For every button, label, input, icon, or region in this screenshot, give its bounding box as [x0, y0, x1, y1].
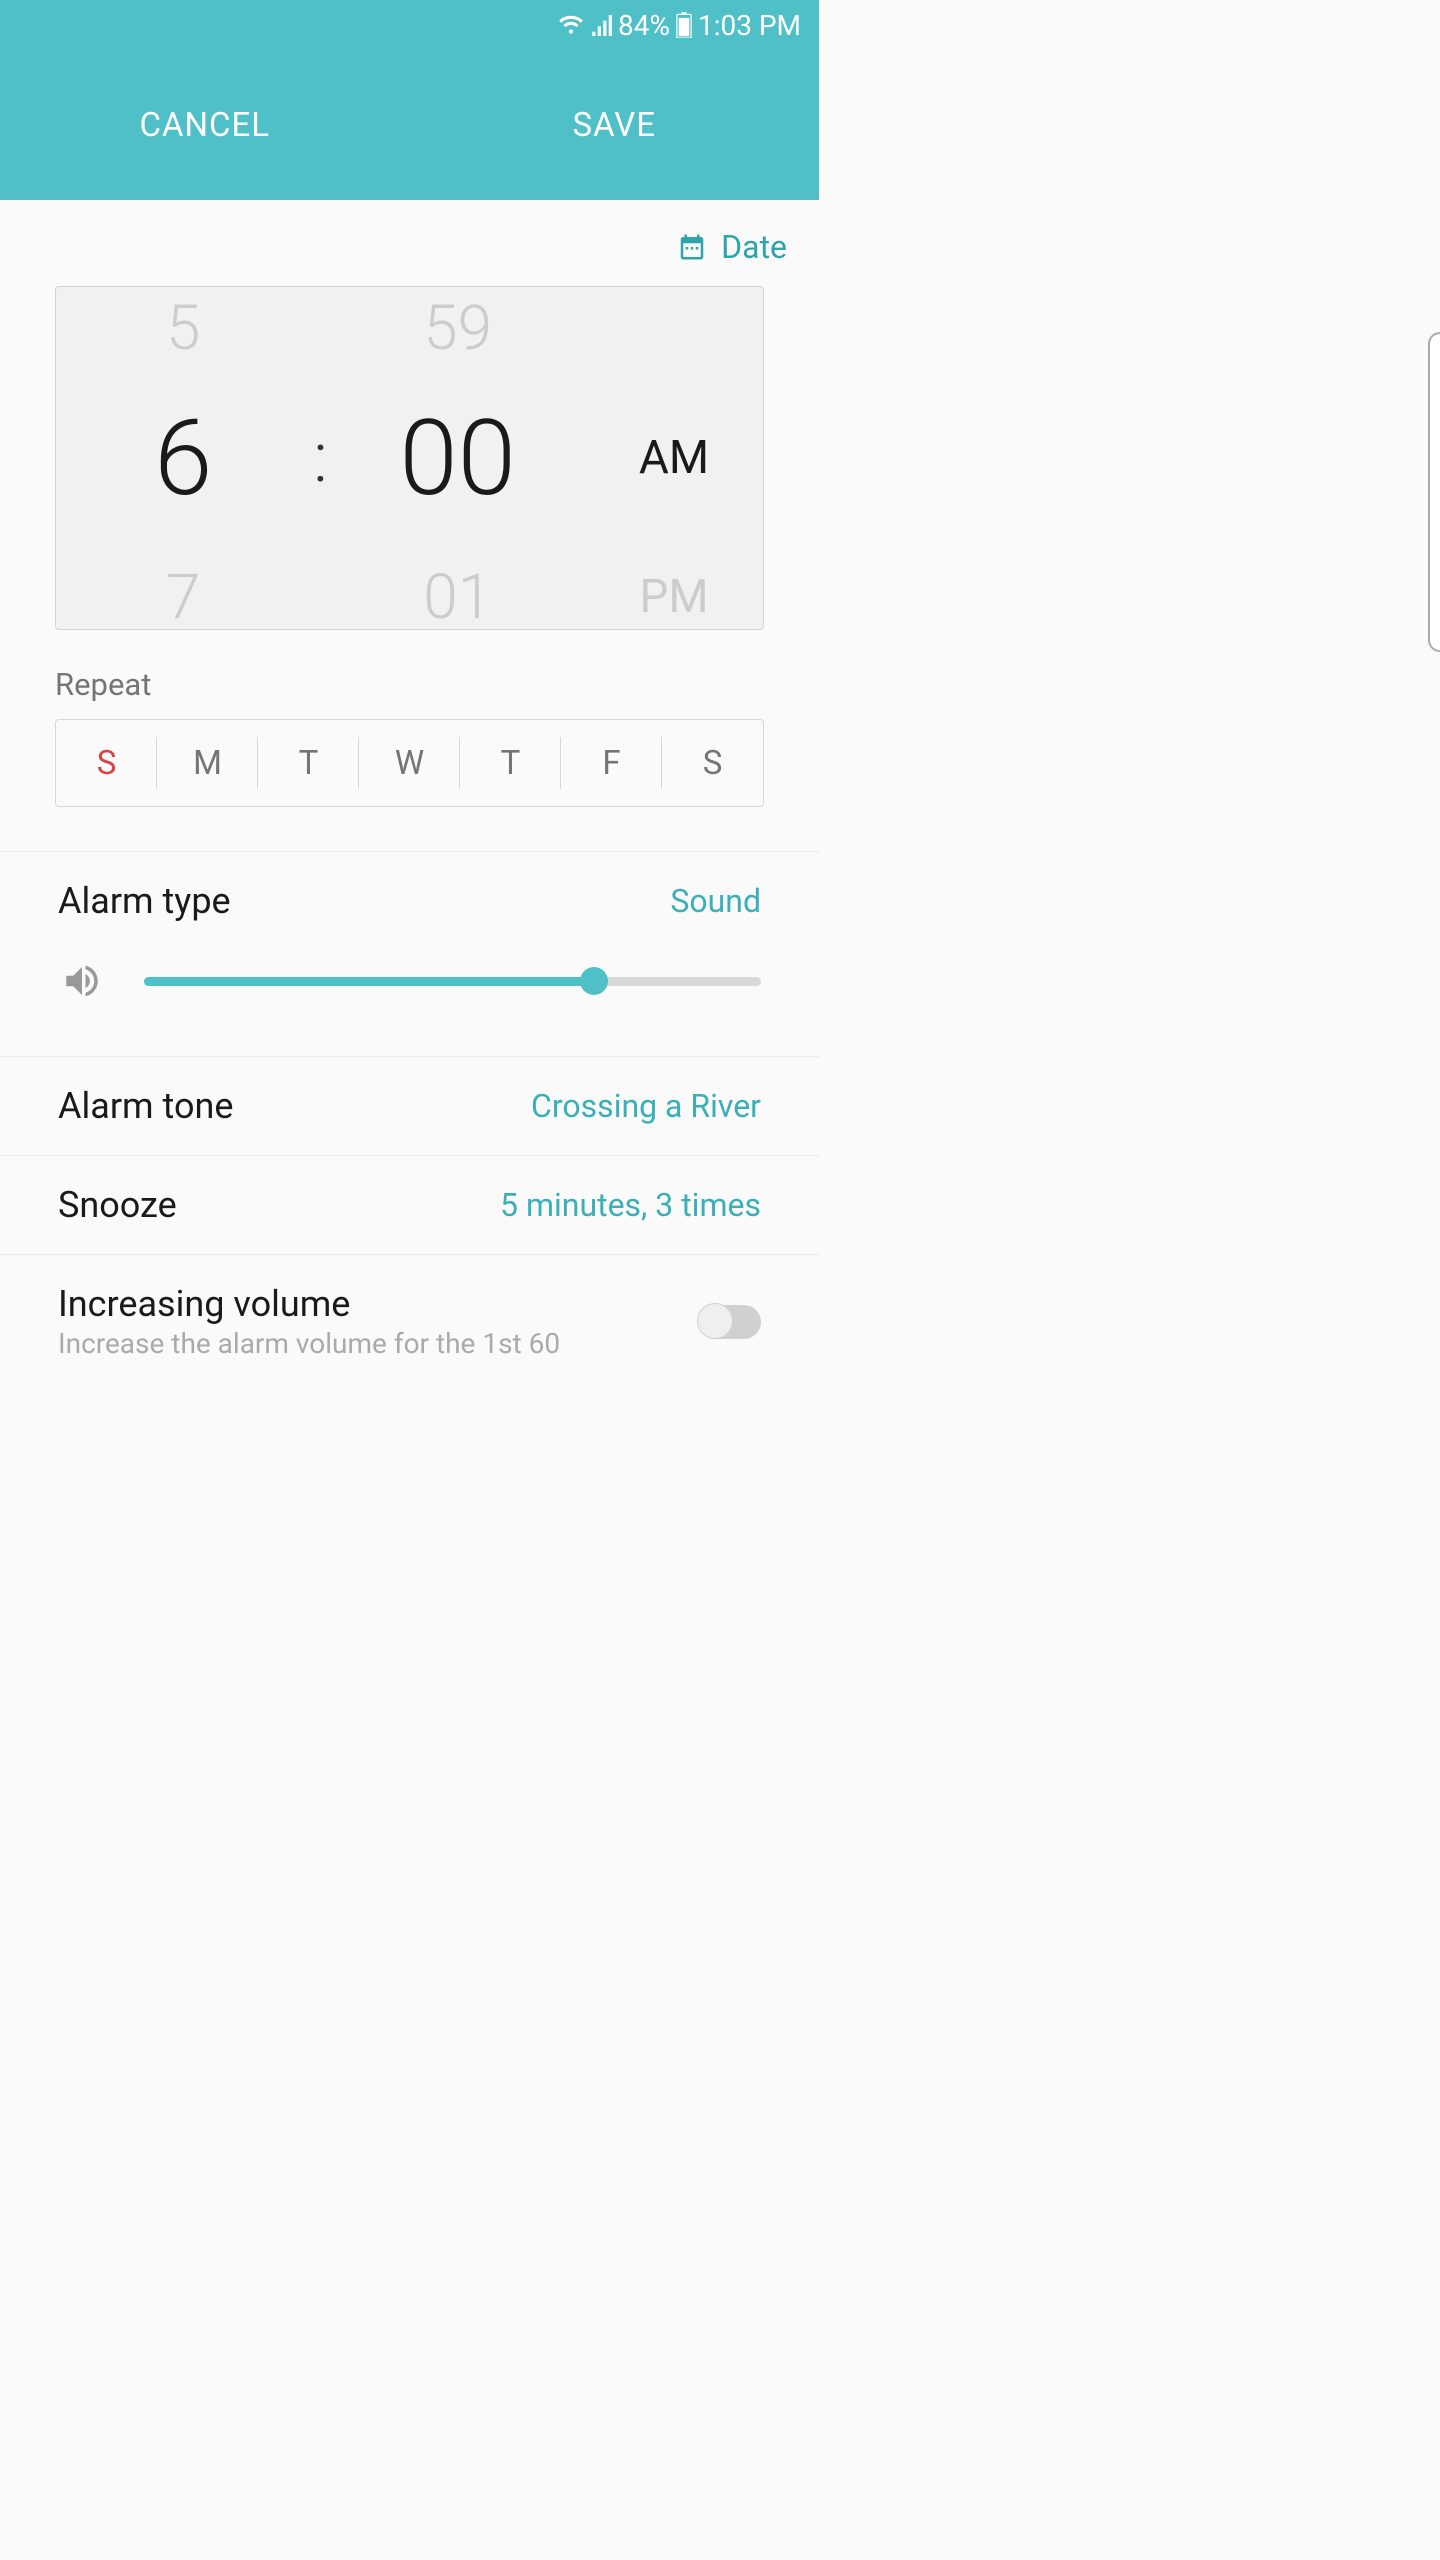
alarm-tone-label: Alarm tone: [58, 1085, 233, 1127]
day-picker: S M T W T F S: [55, 719, 764, 807]
day-sunday[interactable]: S: [56, 720, 157, 806]
status-icons: 84% 1:03 PM: [558, 9, 801, 42]
save-button[interactable]: SAVE: [410, 106, 820, 145]
settings-list: Alarm type Sound Alarm tone Crossing a R…: [0, 851, 819, 1368]
ampm-column[interactable]: AM PM: [585, 287, 763, 629]
snooze-label: Snooze: [58, 1184, 177, 1226]
volume-slider-thumb[interactable]: [580, 967, 608, 995]
speaker-icon: [58, 960, 106, 1002]
status-time: 1:03 PM: [698, 9, 801, 42]
volume-slider-fill: [144, 977, 594, 986]
battery-percent: 84%: [618, 9, 670, 42]
repeat-label: Repeat: [55, 666, 764, 703]
snooze-row[interactable]: Snooze 5 minutes, 3 times: [0, 1155, 819, 1254]
day-friday[interactable]: F: [561, 720, 662, 806]
date-label: Date: [721, 228, 787, 266]
day-tuesday[interactable]: T: [258, 720, 359, 806]
alarm-type-row[interactable]: Alarm type Sound: [0, 851, 819, 1056]
toggle-knob: [697, 1303, 733, 1339]
calendar-icon: [677, 232, 707, 262]
alarm-type-value: Sound: [670, 882, 761, 920]
alarm-tone-row[interactable]: Alarm tone Crossing a River: [0, 1056, 819, 1155]
increasing-volume-toggle[interactable]: [699, 1305, 761, 1339]
time-picker[interactable]: 5 6 7 : 59 00 01 AM PM: [55, 286, 764, 630]
volume-slider[interactable]: [144, 977, 761, 986]
cancel-button[interactable]: CANCEL: [0, 106, 410, 145]
hour-column[interactable]: 5 6 7: [56, 287, 310, 629]
minute-next: 01: [423, 561, 492, 630]
snooze-value: 5 minutes, 3 times: [500, 1186, 761, 1224]
volume-control: [58, 950, 761, 1028]
ampm-selected: AM: [639, 431, 709, 485]
day-saturday[interactable]: S: [662, 720, 763, 806]
wifi-icon: [558, 14, 584, 36]
minute-selected: 00: [399, 393, 515, 523]
repeat-section: Repeat S M T W T F S: [55, 666, 764, 807]
time-colon: :: [310, 417, 330, 499]
hour-prev: 5: [166, 292, 200, 365]
action-bar: CANCEL SAVE: [0, 50, 819, 200]
battery-icon: [676, 12, 692, 38]
hour-next: 7: [166, 561, 200, 630]
day-monday[interactable]: M: [157, 720, 258, 806]
increasing-volume-label: Increasing volume: [58, 1283, 560, 1325]
day-wednesday[interactable]: W: [359, 720, 460, 806]
increasing-volume-row[interactable]: Increasing volume Increase the alarm vol…: [0, 1254, 819, 1368]
minute-column[interactable]: 59 00 01: [330, 287, 584, 629]
minute-prev: 59: [423, 292, 492, 365]
signal-icon: [590, 14, 612, 36]
hour-selected: 6: [154, 393, 212, 523]
ampm-alt: PM: [639, 570, 708, 624]
content-area: Date 5 6 7 : 59 00 01 AM PM Repeat S M T…: [0, 200, 819, 1368]
status-bar: 84% 1:03 PM: [0, 0, 819, 50]
increasing-volume-subtext: Increase the alarm volume for the 1st 60: [58, 1327, 560, 1360]
edge-panel-handle[interactable]: [1428, 332, 1440, 652]
alarm-type-label: Alarm type: [58, 880, 231, 922]
day-thursday[interactable]: T: [460, 720, 561, 806]
alarm-tone-value: Crossing a River: [531, 1087, 761, 1125]
date-button[interactable]: Date: [0, 200, 819, 286]
